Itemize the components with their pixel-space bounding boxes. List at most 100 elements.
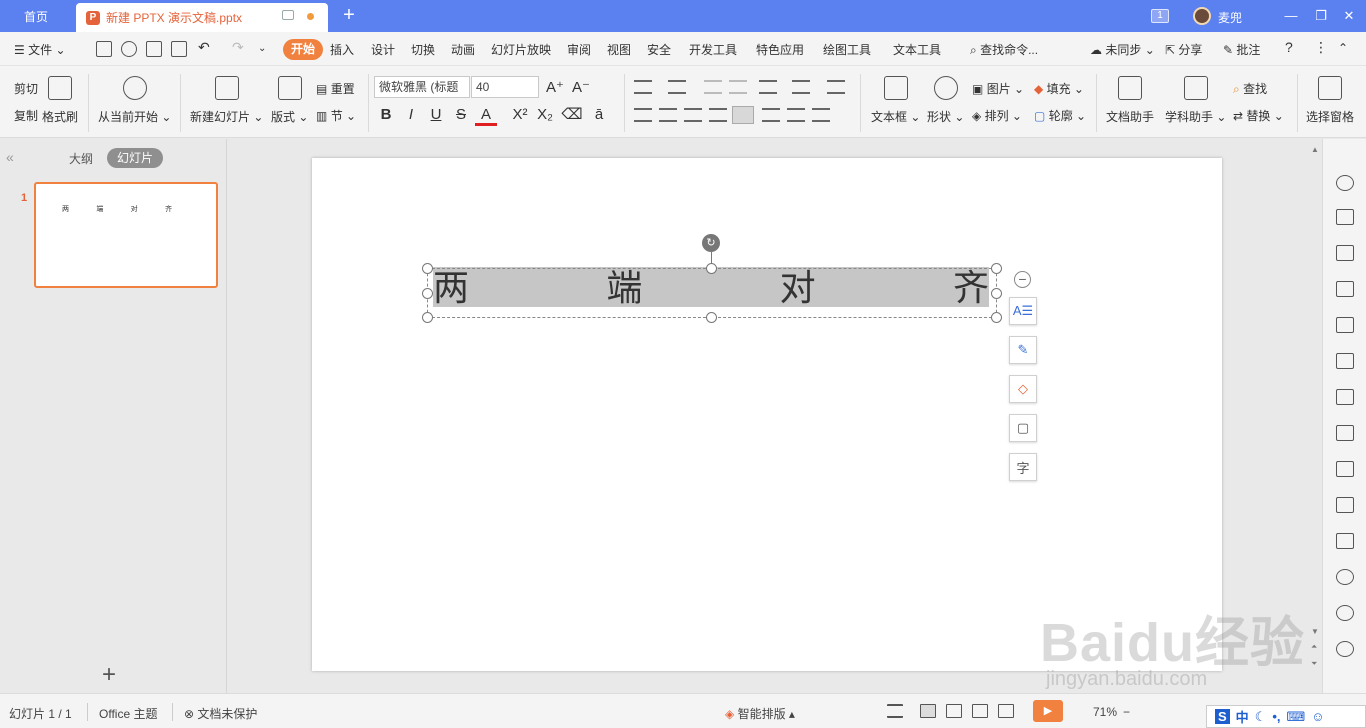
screen-icon[interactable] <box>282 10 294 20</box>
resize-handle-ne[interactable] <box>991 263 1002 274</box>
menu-text-tools[interactable]: 文本工具 <box>893 41 941 58</box>
new-slide-button[interactable]: 新建幻灯片 ⌄ <box>190 76 263 125</box>
numbered-list-icon[interactable] <box>668 80 686 94</box>
zoom-out-icon[interactable]: − <box>1123 705 1130 719</box>
menu-design[interactable]: 设计 <box>371 41 395 58</box>
bold-icon[interactable]: B <box>375 104 397 126</box>
user-name[interactable]: 麦兜 <box>1218 9 1242 26</box>
format-painter-button[interactable]: 格式刷 <box>42 76 78 125</box>
command-search[interactable]: ⌕ 查找命令... <box>970 41 1038 58</box>
italic-icon[interactable]: I <box>400 104 422 126</box>
tab-slides[interactable]: 幻灯片 <box>107 148 163 168</box>
outline-button[interactable]: ▢ 轮廓 ⌄ <box>1034 107 1086 124</box>
resize-handle-s[interactable] <box>706 312 717 323</box>
export-icon[interactable] <box>121 41 137 57</box>
slide-thumbnail[interactable]: 两 端 对 齐 <box>34 182 218 288</box>
window-count-badge[interactable]: 1 <box>1151 9 1169 23</box>
grid-icon[interactable] <box>1336 281 1354 297</box>
line-spacing-adjust-icon[interactable] <box>762 108 780 122</box>
moon-icon[interactable]: ☾ <box>1255 709 1267 725</box>
underline-icon[interactable]: U <box>425 104 447 126</box>
superscript-icon[interactable]: X² <box>509 104 531 126</box>
customize-chevron-icon[interactable]: ⌄ <box>258 43 266 54</box>
text-effect-icon[interactable]: 字 <box>1009 453 1037 481</box>
resize-handle-e[interactable] <box>991 288 1002 299</box>
punctuation-icon[interactable]: •, <box>1272 709 1280 724</box>
print-preview-icon[interactable] <box>171 41 187 57</box>
shield-icon[interactable] <box>1336 569 1354 585</box>
increase-indent-icon[interactable] <box>729 80 747 94</box>
fill-bucket-icon[interactable]: ◇ <box>1009 375 1037 403</box>
redo-icon[interactable]: ↷ <box>232 39 244 56</box>
tab-home[interactable]: 首页 <box>0 0 72 32</box>
help-icon[interactable]: ? <box>1285 39 1293 55</box>
menu-file[interactable]: ☰ 文件 ⌄ <box>14 41 66 58</box>
zoom-level[interactable]: 71% <box>1093 705 1117 719</box>
columns-icon[interactable] <box>759 80 777 94</box>
decrease-font-icon[interactable]: A⁻ <box>572 78 590 96</box>
slide-sorter-icon[interactable] <box>946 704 962 718</box>
chart-icon[interactable] <box>1336 317 1354 333</box>
replace-button[interactable]: ⇄ 替换 ⌄ <box>1233 107 1284 124</box>
strikethrough-icon[interactable]: S <box>450 104 472 126</box>
picture-button[interactable]: ▣ 图片 ⌄ <box>972 80 1024 97</box>
help-circle-icon[interactable] <box>1336 641 1354 657</box>
distributed-align-icon[interactable] <box>732 106 754 124</box>
reset-button[interactable]: ▤ 重置 <box>316 80 355 97</box>
menu-security[interactable]: 安全 <box>647 41 671 58</box>
spacing-dropdown-icon[interactable] <box>812 108 830 122</box>
menu-view[interactable]: 视图 <box>607 41 631 58</box>
copy-style-icon[interactable] <box>1336 209 1354 225</box>
next-page-icon[interactable]: ⏷ <box>1311 659 1317 669</box>
copy-button[interactable]: 复制 <box>14 107 38 124</box>
settings-sliders-icon[interactable] <box>1336 353 1354 369</box>
menu-insert[interactable]: 插入 <box>330 41 354 58</box>
collapse-ribbon-icon[interactable]: ⌃ <box>1338 41 1348 55</box>
audio-icon[interactable] <box>1336 533 1354 549</box>
section-button[interactable]: ▥ 节 ⌄ <box>316 107 356 124</box>
collapse-toolbar-icon[interactable]: − <box>1014 271 1031 288</box>
font-name-select[interactable]: 微软雅黑 (标题 <box>374 76 470 98</box>
user-icon[interactable]: ☺ <box>1311 709 1324 724</box>
presenter-icon[interactable] <box>998 704 1014 718</box>
keyboard-icon[interactable]: ⌨ <box>1287 709 1306 725</box>
resize-handle-se[interactable] <box>991 312 1002 323</box>
cut-button[interactable]: 剪切 <box>14 80 38 97</box>
play-slideshow-icon[interactable]: ▶ <box>1033 700 1063 722</box>
add-slide-button[interactable]: + <box>102 661 116 689</box>
vertical-scrollbar[interactable]: ▲ ▼ ⏶ ⏷ <box>1308 139 1322 693</box>
text-style-icon[interactable]: A☰ <box>1009 297 1037 325</box>
archive-icon[interactable] <box>1336 461 1354 477</box>
layout-button[interactable]: 版式 ⌄ <box>271 76 308 125</box>
smart-layout-button[interactable]: ◈ 智能排版 ▴ <box>725 705 795 722</box>
bullet-list-icon[interactable] <box>634 80 652 94</box>
fill-button[interactable]: ◆ 填充 ⌄ <box>1034 80 1084 97</box>
paragraph-spacing-icon[interactable] <box>787 108 805 122</box>
rotate-handle-icon[interactable]: ↻ <box>702 234 720 252</box>
shape-button[interactable]: 形状 ⌄ <box>927 76 964 125</box>
text-direction-icon[interactable] <box>792 80 810 94</box>
reading-view-icon[interactable] <box>972 704 988 718</box>
menu-animation[interactable]: 动画 <box>451 41 475 58</box>
sync-button[interactable]: ☁ 未同步 ⌄ <box>1090 41 1155 58</box>
align-right-icon[interactable] <box>684 108 702 122</box>
picture-icon[interactable] <box>1336 497 1354 513</box>
export-icon[interactable] <box>1336 425 1354 441</box>
image-search-icon[interactable] <box>1336 389 1354 405</box>
subscript-icon[interactable]: X₂ <box>534 104 556 126</box>
slide-canvas[interactable] <box>312 158 1222 671</box>
scroll-down-icon[interactable]: ▼ <box>1311 627 1319 636</box>
print-icon[interactable] <box>146 41 162 57</box>
menu-special[interactable]: 特色应用 <box>756 41 804 58</box>
minimize-icon[interactable]: — <box>1281 6 1301 26</box>
save-icon[interactable] <box>96 41 112 57</box>
clear-format-icon[interactable]: ⌫ <box>561 104 583 126</box>
resize-handle-w[interactable] <box>422 288 433 299</box>
increase-font-icon[interactable]: A⁺ <box>546 78 564 96</box>
collapse-panel-icon[interactable]: « <box>6 149 14 165</box>
justify-icon[interactable] <box>709 108 727 122</box>
menu-transition[interactable]: 切换 <box>411 41 435 58</box>
play-from-current-button[interactable]: 从当前开始 ⌄ <box>98 76 171 125</box>
new-tab-button[interactable]: + <box>338 4 360 26</box>
close-icon[interactable]: ✕ <box>1339 6 1359 26</box>
